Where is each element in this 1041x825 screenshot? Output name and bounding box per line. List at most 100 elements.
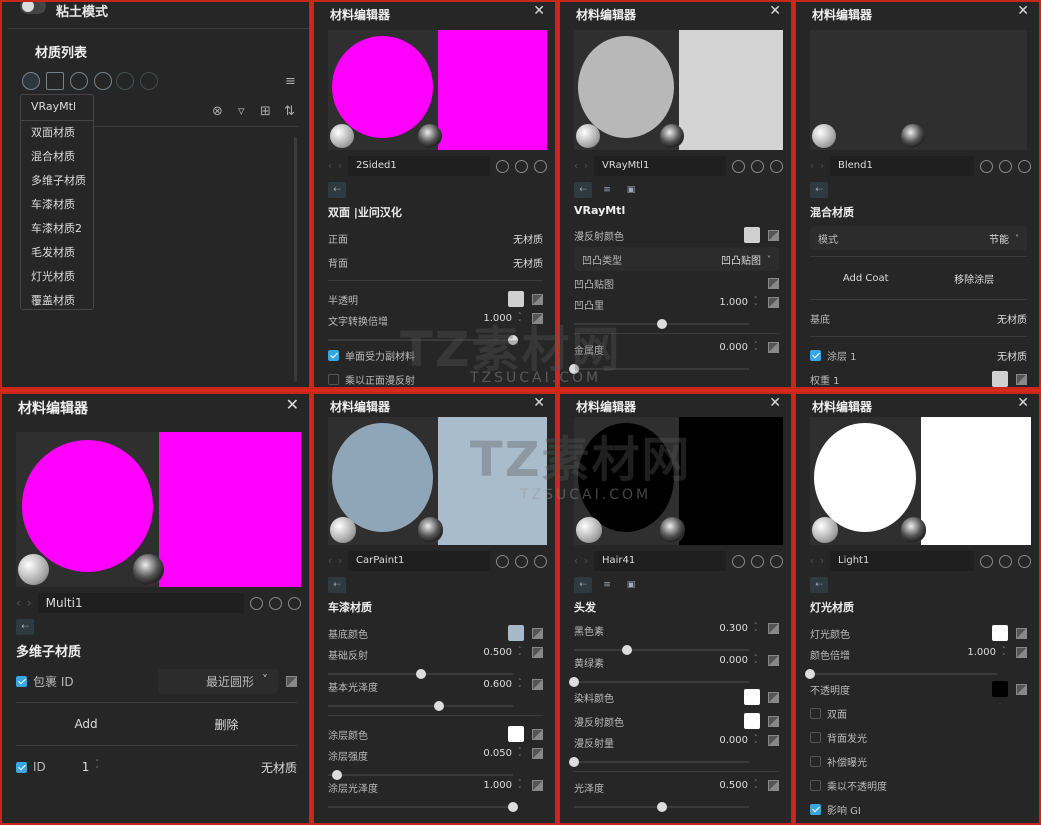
material-name-input[interactable]: Blend1 — [830, 156, 974, 176]
texture-map-button[interactable] — [532, 627, 543, 639]
menu-item[interactable]: 灯光材质 — [21, 265, 93, 289]
checkbox[interactable] — [810, 803, 821, 815]
color-swatch[interactable] — [508, 726, 524, 742]
close-icon[interactable] — [769, 3, 781, 19]
color-swatch[interactable] — [744, 689, 760, 705]
basic-params-tab-icon[interactable]: ⇠ — [810, 182, 828, 198]
menu-item[interactable]: 车漆材质 — [21, 193, 93, 217]
slider-value[interactable]: 0.300 — [719, 623, 748, 634]
texture-map-button[interactable] — [768, 342, 779, 353]
color-swatch[interactable] — [744, 713, 760, 729]
replace-material-icon[interactable] — [770, 159, 783, 173]
material-name-input[interactable]: Light1 — [830, 551, 974, 571]
grid-view-icon[interactable]: ⊞ — [260, 104, 271, 119]
menu-item[interactable]: 混合材质 — [21, 145, 93, 169]
forward-chevron-icon[interactable]: › — [584, 161, 588, 172]
texture-map-button[interactable] — [768, 229, 779, 241]
texture-map-button[interactable] — [532, 780, 543, 791]
close-icon[interactable] — [286, 395, 299, 414]
add-button[interactable]: Add Coat — [843, 273, 889, 284]
basic-params-tab-icon[interactable]: ⇠ — [574, 182, 592, 198]
value-spinner[interactable]: ˄ ˅ — [754, 342, 760, 356]
slider-track[interactable] — [574, 645, 749, 655]
slider-track[interactable] — [574, 802, 749, 812]
close-icon[interactable] — [1017, 395, 1029, 411]
texture-map-button[interactable] — [286, 675, 297, 687]
texture-map-button[interactable] — [1016, 683, 1027, 695]
slider-thumb[interactable] — [434, 701, 444, 711]
checkbox-row[interactable]: 补偿曝光 — [810, 749, 1027, 773]
value-spinner[interactable]: ˄ ˅ — [1002, 647, 1008, 661]
slider-value[interactable]: 1.000 — [483, 780, 512, 791]
import-icon[interactable] — [46, 72, 64, 90]
replace-material-icon[interactable] — [770, 554, 783, 568]
checkbox[interactable] — [810, 755, 821, 767]
slot-value[interactable]: 无材质 — [261, 759, 297, 776]
back-chevron-icon[interactable]: ‹ — [574, 556, 578, 567]
assign-material-icon[interactable] — [269, 596, 282, 610]
value-spinner[interactable]: ˄ ˅ — [518, 679, 524, 693]
material-slot-row[interactable]: 背面 无材质 — [328, 250, 543, 274]
replace-material-icon[interactable] — [1018, 554, 1031, 568]
checkbox[interactable] — [328, 349, 339, 361]
replace-material-icon[interactable] — [534, 159, 547, 173]
texture-map-button[interactable] — [768, 297, 779, 308]
add-button[interactable]: Add — [74, 717, 97, 731]
value-spinner[interactable]: ˄ ˅ — [754, 297, 760, 311]
slot-value[interactable]: 无材质 — [513, 231, 543, 246]
settings-tab-icon[interactable]: ≡ — [598, 182, 616, 198]
replace-material-icon[interactable] — [534, 554, 547, 568]
color-swatch[interactable] — [992, 681, 1008, 697]
color-swatch[interactable] — [992, 371, 1008, 387]
value-spinner[interactable]: ˄ ˅ — [754, 655, 760, 669]
assign-material-icon[interactable] — [515, 554, 528, 568]
texture-map-button[interactable] — [532, 679, 543, 690]
value-spinner[interactable]: ˄ ˅ — [95, 760, 101, 774]
slider-thumb[interactable] — [656, 802, 667, 812]
slider-value[interactable]: 0.500 — [483, 647, 512, 658]
value-spinner[interactable]: ˄ ˅ — [754, 735, 760, 749]
value-spinner[interactable]: ˄ ˅ — [518, 313, 524, 327]
color-swatch[interactable] — [508, 625, 524, 641]
close-icon[interactable] — [769, 395, 781, 411]
clear-filter-icon[interactable]: ⊗ — [212, 104, 223, 119]
forward-chevron-icon[interactable]: › — [820, 161, 824, 172]
pick-material-icon[interactable] — [732, 159, 745, 173]
remove-material-icon[interactable] — [116, 72, 134, 90]
material-name-input[interactable]: Multi1 — [37, 593, 244, 613]
dropdown[interactable]: 最近圆形 ˅ — [158, 668, 278, 694]
material-name-input[interactable]: VRayMtl1 — [594, 156, 726, 176]
apply-material-icon[interactable] — [94, 72, 112, 90]
slider-track[interactable] — [328, 770, 513, 780]
basic-params-tab-icon[interactable]: ⇠ — [16, 619, 34, 635]
slider-thumb[interactable] — [656, 319, 667, 329]
slot-value[interactable]: 无材质 — [997, 348, 1027, 363]
checkbox[interactable] — [16, 761, 27, 773]
scrollbar[interactable] — [294, 137, 297, 382]
back-chevron-icon[interactable]: ‹ — [810, 161, 814, 172]
texture-map-button[interactable] — [532, 647, 543, 658]
color-swatch[interactable] — [992, 625, 1008, 641]
slot-value[interactable]: 无材质 — [997, 311, 1027, 326]
slider-value[interactable]: 0.500 — [719, 780, 748, 791]
forward-chevron-icon[interactable]: › — [584, 556, 588, 567]
settings-tab-icon[interactable]: ≡ — [598, 577, 616, 593]
back-chevron-icon[interactable]: ‹ — [16, 596, 21, 610]
material-slot-row[interactable]: 正面 无材质 — [328, 226, 543, 250]
sort-icon[interactable]: ⇅ — [284, 104, 295, 119]
slider-value[interactable]: 1.000 — [967, 647, 996, 658]
slider-value[interactable]: 0.000 — [719, 342, 748, 353]
create-material-icon[interactable] — [22, 72, 40, 90]
forward-chevron-icon[interactable]: › — [338, 161, 342, 172]
checkbox[interactable] — [328, 373, 339, 385]
slider-track[interactable] — [328, 802, 518, 812]
slider-value[interactable]: 0.000 — [719, 735, 748, 746]
forward-chevron-icon[interactable]: › — [27, 596, 32, 610]
menu-item[interactable]: 双面材质 — [21, 121, 93, 145]
checkbox[interactable] — [810, 707, 821, 719]
value-spinner[interactable]: ˄ ˅ — [518, 780, 524, 794]
menu-item[interactable]: 毛发材质 — [21, 241, 93, 265]
slider-thumb[interactable] — [569, 757, 579, 767]
slider-thumb[interactable] — [508, 802, 518, 812]
slider-value[interactable]: 1.000 — [483, 313, 512, 324]
